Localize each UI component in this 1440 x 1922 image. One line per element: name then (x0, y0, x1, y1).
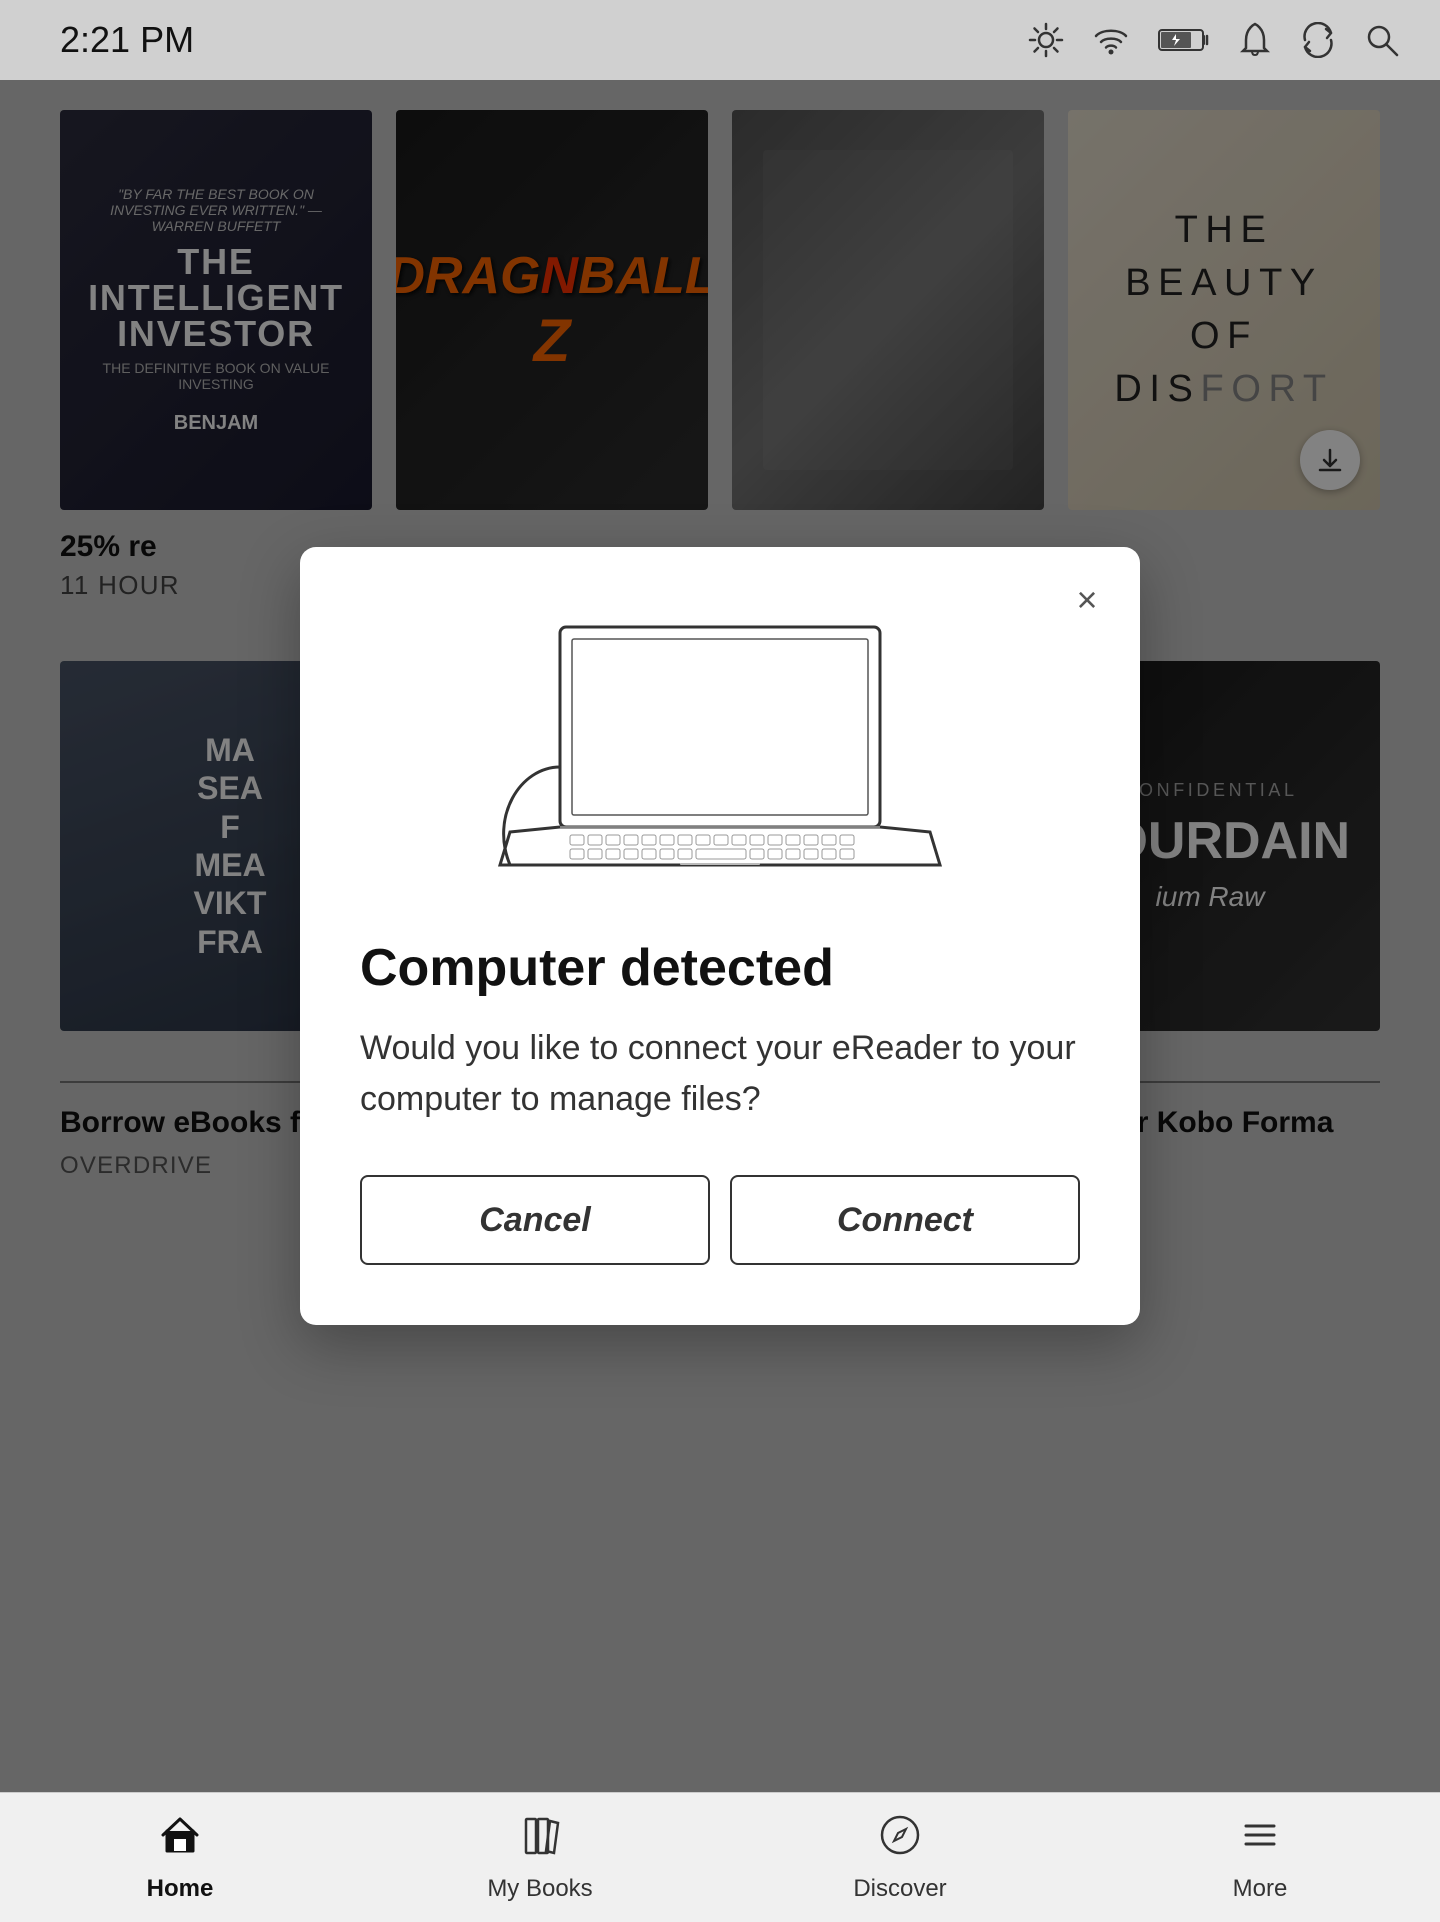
menu-icon (1238, 1813, 1282, 1867)
status-bar: 2:21 PM (0, 0, 1440, 80)
nav-mybooks[interactable]: My Books (360, 1793, 720, 1922)
nav-home[interactable]: Home (0, 1793, 360, 1922)
bottom-nav: Home My Books Discover (0, 1792, 1440, 1922)
nav-home-label: Home (147, 1875, 214, 1903)
modal-title: Computer detected (360, 937, 1080, 999)
connect-button[interactable]: Connect (730, 1175, 1080, 1265)
cancel-button[interactable]: Cancel (360, 1175, 710, 1265)
modal-close-button[interactable]: × (1062, 575, 1112, 625)
home-icon (158, 1813, 202, 1867)
status-icons (1028, 22, 1400, 58)
nav-discover[interactable]: Discover (720, 1793, 1080, 1922)
brightness-icon (1028, 22, 1064, 58)
sync-icon[interactable] (1300, 22, 1336, 58)
nav-more-label: More (1233, 1875, 1288, 1903)
notification-icon[interactable] (1238, 22, 1272, 58)
status-time: 2:21 PM (60, 19, 194, 61)
search-icon[interactable] (1364, 22, 1400, 58)
wifi-icon (1092, 25, 1130, 55)
nav-mybooks-label: My Books (487, 1875, 592, 1903)
compass-icon (878, 1813, 922, 1867)
books-icon (518, 1813, 562, 1867)
nav-discover-label: Discover (853, 1875, 946, 1903)
modal-actions: Cancel Connect (360, 1175, 1080, 1265)
battery-icon (1158, 26, 1210, 54)
nav-more[interactable]: More (1080, 1793, 1440, 1922)
modal-body: Would you like to connect your eReader t… (360, 1023, 1080, 1125)
modal-overlay[interactable]: × (0, 80, 1440, 1792)
computer-detected-modal: × (300, 547, 1140, 1325)
laptop-illustration (360, 607, 1080, 887)
